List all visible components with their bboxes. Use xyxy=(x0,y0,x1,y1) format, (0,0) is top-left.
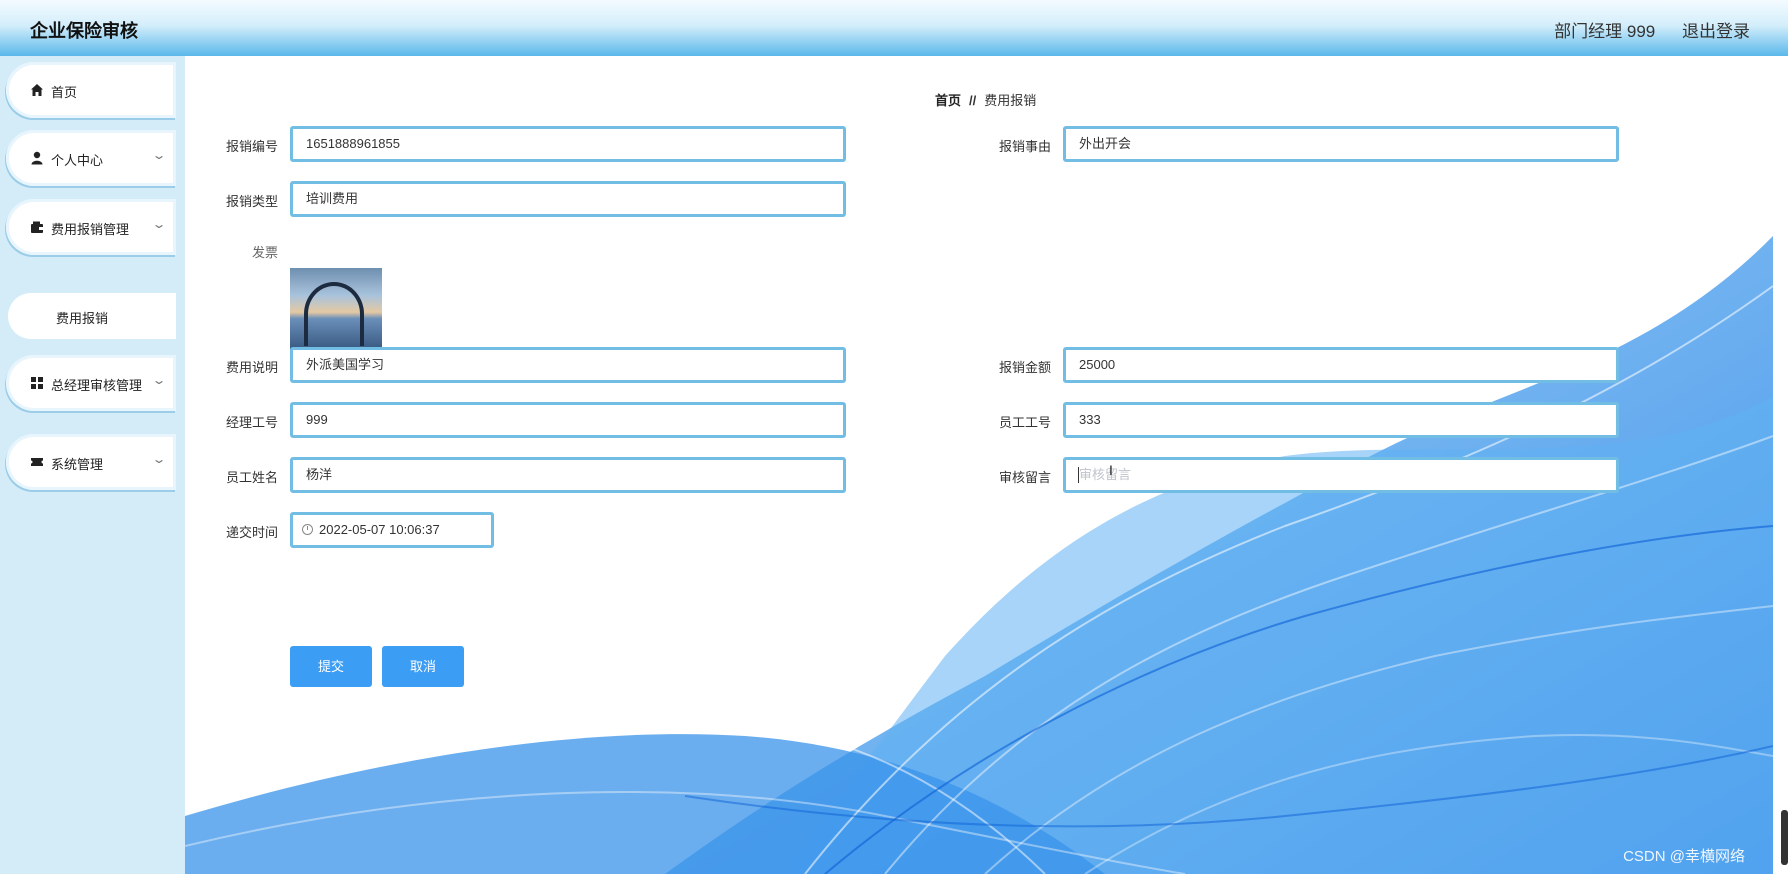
manager-id-label: 经理工号 xyxy=(225,415,278,430)
top-header: 企业保险审核 部门经理 999 退出登录 xyxy=(0,0,1788,56)
employee-name-input[interactable]: 杨洋 xyxy=(290,457,846,493)
amount-input[interactable]: 25000 xyxy=(1063,347,1619,383)
breadcrumb-separator: // xyxy=(969,93,977,108)
sidebar-item-system-management[interactable]: 系统管理 ⌄ xyxy=(6,434,176,490)
type-input[interactable]: 培训费用 xyxy=(290,181,846,217)
sidebar-item-personal-center[interactable]: 个人中心 ⌄ xyxy=(6,130,176,186)
description-input[interactable]: 外派美国学习 xyxy=(290,347,846,383)
submit-time-picker[interactable]: 2022-05-07 10:06:37 xyxy=(290,512,494,548)
reason-input[interactable]: 外出开会 xyxy=(1063,126,1619,162)
sidebar-item-label: 个人中心 xyxy=(51,153,104,168)
review-comment-input[interactable]: 审核留言 xyxy=(1063,457,1619,493)
reimb-no-input[interactable]: 1651888961855 xyxy=(290,126,846,162)
manager-id-input[interactable]: 999 xyxy=(290,402,846,438)
sidebar-item-expense-management[interactable]: 费用报销管理 ⌄ xyxy=(6,199,176,255)
sidebar-item-label: 系统管理 xyxy=(51,457,104,472)
main-content: 首页 // 费用报销 报销编号 1651888961855 报销事由 外出开会 报销… xyxy=(185,56,1773,874)
reason-label: 报销事由 xyxy=(998,139,1051,154)
cancel-button[interactable]: 取消 xyxy=(382,646,464,687)
sidebar-item-home[interactable]: 首页 xyxy=(6,62,176,118)
text-caret xyxy=(1078,467,1079,483)
sidebar-subitem-expense-reimbursement[interactable]: 费用报销 xyxy=(8,293,176,339)
current-user-label: 部门经理 999 xyxy=(1554,22,1656,41)
type-label: 报销类型 xyxy=(225,194,278,209)
app-title: 企业保险审核 xyxy=(30,21,138,41)
chevron-down-icon: ⌄ xyxy=(151,373,167,387)
submit-time-value: 2022-05-07 10:06:37 xyxy=(319,522,440,537)
breadcrumb: 首页 // 费用报销 xyxy=(935,90,1036,109)
review-comment-label: 审核留言 xyxy=(998,470,1051,485)
chevron-down-icon: ⌄ xyxy=(151,452,167,466)
employee-id-label: 员工工号 xyxy=(998,415,1051,430)
reimb-no-label: 报销编号 xyxy=(225,139,278,154)
scrollbar[interactable] xyxy=(1781,810,1788,865)
header-user-area: 部门经理 999 退出登录 xyxy=(1532,17,1750,42)
sidebar-item-label: 总经理审核管理 xyxy=(51,378,143,393)
description-label: 费用说明 xyxy=(225,360,278,375)
sidebar-item-gm-review[interactable]: 总经理审核管理 ⌄ xyxy=(6,355,176,411)
home-icon xyxy=(31,84,43,96)
clock-icon xyxy=(302,524,313,535)
sidebar-item-label: 费用报销管理 xyxy=(51,222,130,237)
ticket-icon xyxy=(31,458,43,466)
invoice-image-bridge xyxy=(304,282,364,346)
submit-time-label: 递交时间 xyxy=(225,525,278,540)
chevron-down-icon: ⌄ xyxy=(151,148,167,162)
submit-button[interactable]: 提交 xyxy=(290,646,372,687)
sidebar: 首页 个人中心 ⌄ 费用报销管理 ⌄ 费用报销 总经理审核管理 ⌄ 系统管理 ⌄ xyxy=(0,56,185,874)
sidebar-item-label: 首页 xyxy=(51,85,78,100)
watermark: CSDN @幸横网络 xyxy=(1623,848,1745,865)
review-comment-placeholder: 审核留言 xyxy=(1079,467,1132,482)
breadcrumb-current: 费用报销 xyxy=(984,93,1037,108)
sidebar-subitem-label: 费用报销 xyxy=(56,311,109,326)
breadcrumb-home[interactable]: 首页 xyxy=(935,93,961,108)
employee-name-label: 员工姓名 xyxy=(225,470,278,485)
employee-id-input[interactable]: 333 xyxy=(1063,402,1619,438)
invoice-label: 发票 xyxy=(251,245,278,260)
amount-label: 报销金额 xyxy=(998,360,1051,375)
wallet-icon xyxy=(31,221,43,233)
chevron-down-icon: ⌄ xyxy=(151,217,167,231)
user-icon xyxy=(31,151,43,165)
grid-icon xyxy=(31,377,43,389)
logout-link[interactable]: 退出登录 xyxy=(1682,22,1750,41)
text-cursor-icon: I xyxy=(1109,462,1113,478)
